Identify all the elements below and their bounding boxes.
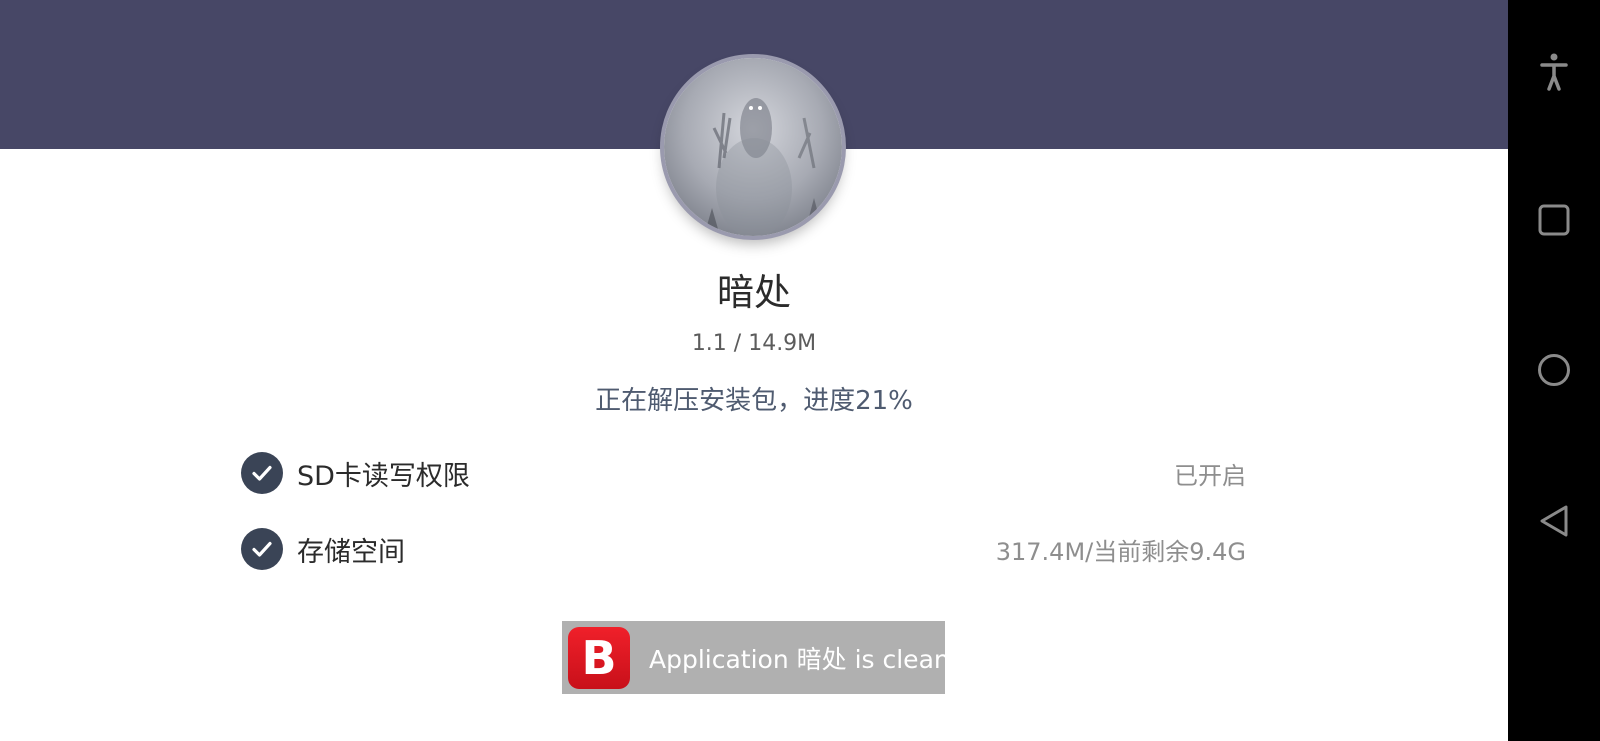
permission-label: SD卡读写权限 [297,460,470,492]
install-progress-text: 正在解压安装包，进度21% [595,386,913,416]
permission-row-storage: 存储空间 317.4M/当前剩余9.4G [241,527,1246,571]
permission-label: 存储空间 [297,536,405,568]
permission-status: 已开启 [1174,461,1246,490]
version-size-label: 1.1 / 14.9M [691,331,817,356]
bitdefender-logo-icon: B [568,626,630,689]
home-icon[interactable] [1524,340,1584,400]
permission-status: 317.4M/当前剩余9.4G [995,537,1246,566]
accessibility-icon[interactable] [1524,42,1584,102]
scan-result-toast: B Application 暗处 is clean [562,621,950,694]
toast-message: Application 暗处 is clean [649,644,950,674]
permission-row-sd-card: SD卡读写权限 已开启 [241,451,1246,495]
check-circle-icon [241,452,283,494]
app-avatar-image [664,58,842,236]
check-circle-icon [241,528,283,570]
system-navigation-bar [1508,0,1600,741]
app-name: 暗处 [717,271,791,314]
recents-icon[interactable] [1524,190,1584,250]
back-icon[interactable] [1524,491,1584,551]
app-avatar [664,58,842,236]
